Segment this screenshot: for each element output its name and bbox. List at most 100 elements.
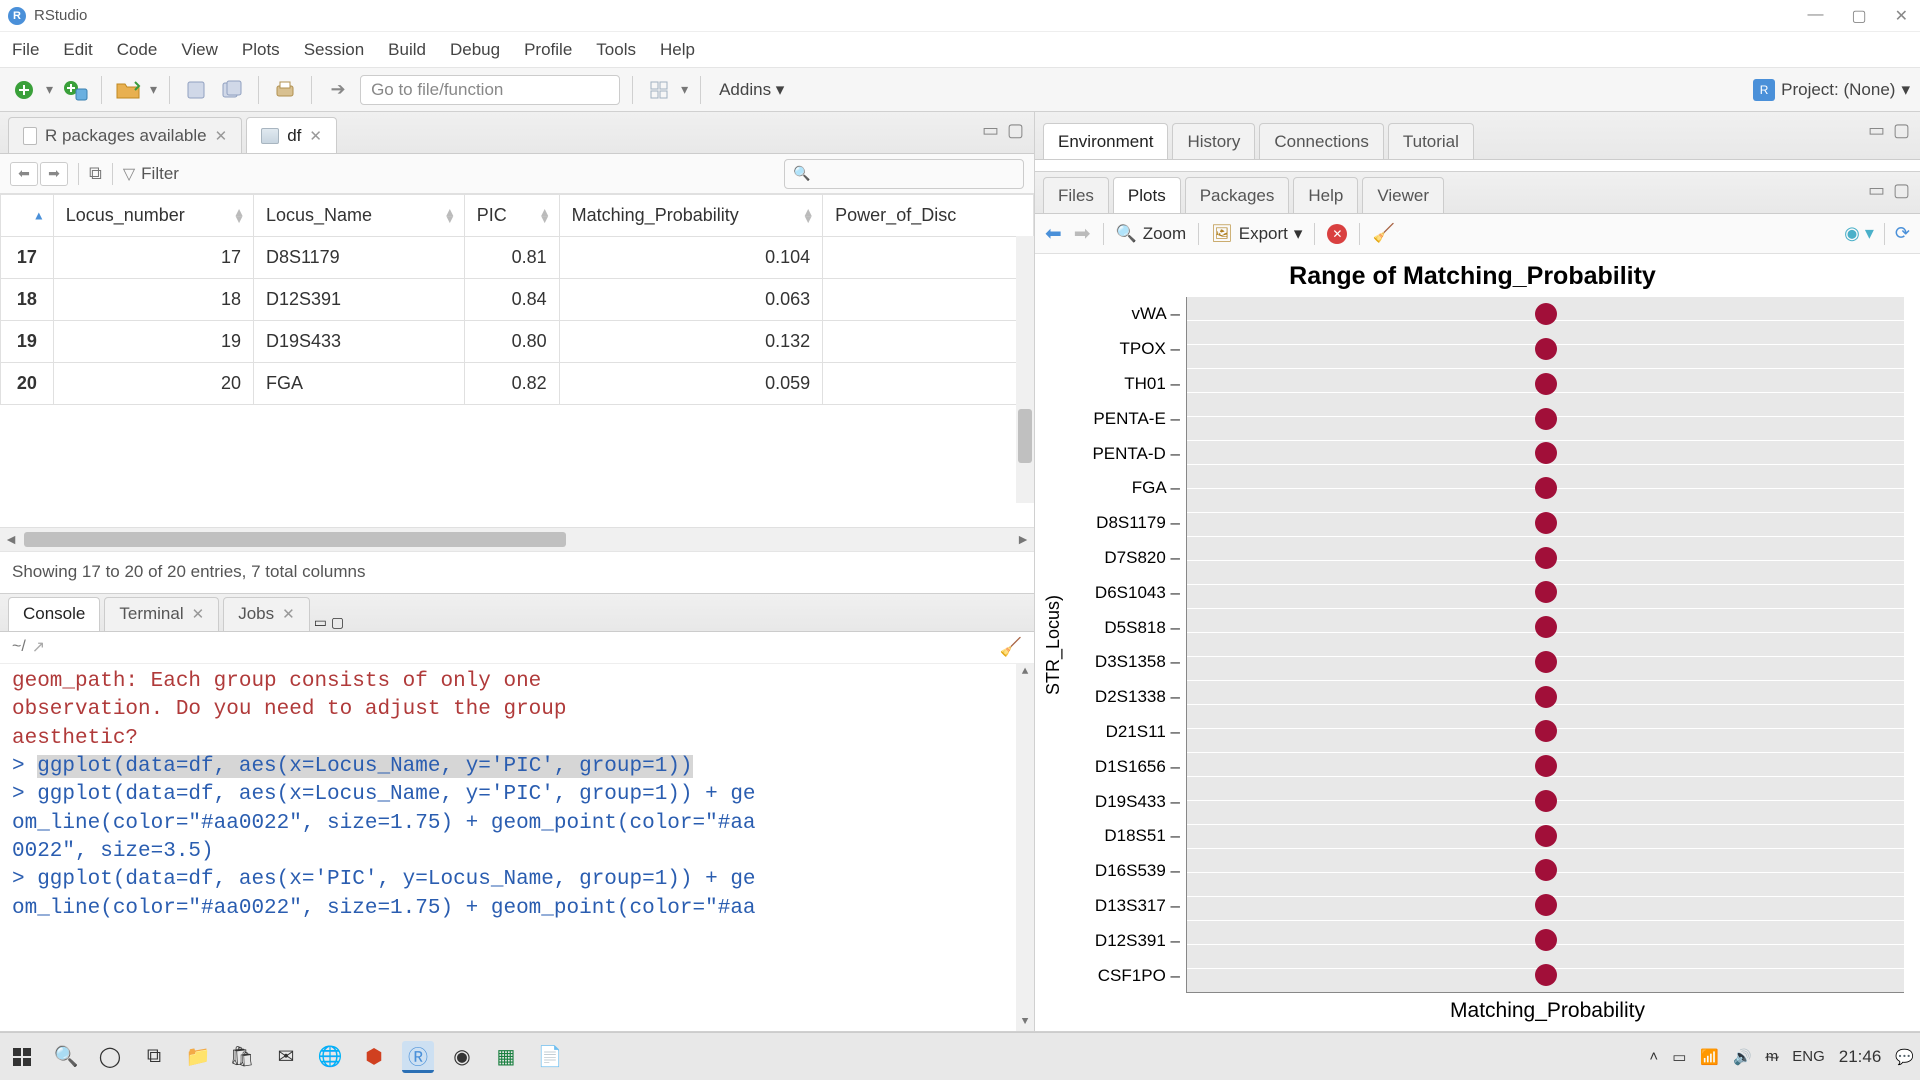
- volume-icon[interactable]: 🔊: [1733, 1048, 1752, 1066]
- open-file-button[interactable]: [114, 76, 142, 104]
- export-plot-button[interactable]: 🖼Export ▾: [1211, 224, 1302, 244]
- new-file-menu-caret[interactable]: ▾: [46, 81, 53, 98]
- tab-files[interactable]: Files: [1043, 177, 1109, 213]
- task-view-icon[interactable]: ⧉: [138, 1041, 170, 1073]
- maximize-pane-icon[interactable]: ▢: [1007, 120, 1024, 141]
- maximize-pane-icon[interactable]: ▢: [1893, 120, 1910, 141]
- maximize-pane-icon[interactable]: ▢: [1893, 180, 1910, 201]
- addins-menu[interactable]: Addins ▾: [719, 80, 784, 100]
- rstudio-taskbar-icon[interactable]: Ⓡ: [402, 1041, 434, 1073]
- column-header-matching-probability[interactable]: Matching_Probability▲▼: [559, 195, 823, 237]
- close-tab-icon[interactable]: ✕: [282, 605, 295, 623]
- grid-view-button[interactable]: [645, 76, 673, 104]
- open-recent-caret[interactable]: ▾: [150, 81, 157, 98]
- project-selector[interactable]: R Project: (None) ▾: [1753, 79, 1910, 101]
- menu-profile[interactable]: Profile: [524, 40, 572, 60]
- column-header-locus-name[interactable]: Locus_Name▲▼: [253, 195, 464, 237]
- menu-file[interactable]: File: [12, 40, 39, 60]
- menu-code[interactable]: Code: [117, 40, 158, 60]
- column-header-locus-number[interactable]: Locus_number▲▼: [53, 195, 253, 237]
- tab-plots[interactable]: Plots: [1113, 177, 1181, 213]
- vertical-scrollbar[interactable]: [1016, 236, 1034, 503]
- data-search-input[interactable]: 🔍: [784, 159, 1024, 189]
- scroll-down-arrow[interactable]: ▼: [1016, 1013, 1034, 1031]
- scroll-right-arrow[interactable]: ►: [1012, 528, 1034, 551]
- office-icon[interactable]: ⬢: [358, 1041, 390, 1073]
- next-plot-button[interactable]: ➡: [1074, 221, 1091, 246]
- nav-forward-button[interactable]: ➡: [40, 162, 68, 186]
- scrollbar-thumb[interactable]: [24, 532, 566, 547]
- wifi-icon[interactable]: 📶: [1700, 1048, 1719, 1066]
- popout-window-icon[interactable]: ⧉: [89, 163, 102, 184]
- prev-plot-button[interactable]: ⬅: [1045, 221, 1062, 246]
- close-tab-icon[interactable]: ✕: [192, 605, 205, 623]
- remove-plot-button[interactable]: ✕: [1327, 224, 1347, 244]
- tab-viewer[interactable]: Viewer: [1362, 177, 1444, 213]
- table-row[interactable]: 1919D19S4330.800.132: [1, 321, 1034, 363]
- search-icon[interactable]: 🔍: [50, 1041, 82, 1073]
- console-output[interactable]: geom_path: Each group consists of only o…: [0, 664, 1034, 1031]
- tab-environment[interactable]: Environment: [1043, 123, 1168, 159]
- column-header-pic[interactable]: PIC▲▼: [464, 195, 559, 237]
- tab-history[interactable]: History: [1172, 123, 1255, 159]
- tab-help[interactable]: Help: [1293, 177, 1358, 213]
- console-scrollbar[interactable]: ▲ ▼: [1016, 664, 1034, 1031]
- close-tab-icon[interactable]: ✕: [215, 127, 228, 145]
- minimize-pane-icon[interactable]: ▭: [1868, 180, 1885, 201]
- clock[interactable]: 21:46: [1839, 1047, 1882, 1067]
- close-button[interactable]: ✕: [1891, 6, 1912, 26]
- minimize-button[interactable]: —: [1803, 6, 1827, 26]
- new-project-button[interactable]: [61, 76, 89, 104]
- tab-packages[interactable]: Packages: [1185, 177, 1290, 213]
- start-button[interactable]: [6, 1041, 38, 1073]
- input-method-icon[interactable]: ᵯ: [1766, 1048, 1779, 1065]
- minimize-pane-icon[interactable]: ▭: [314, 614, 327, 630]
- tab-df[interactable]: df ✕: [246, 117, 337, 153]
- minimize-pane-icon[interactable]: ▭: [982, 120, 999, 141]
- goto-file-function-input[interactable]: Go to file/function: [360, 75, 620, 105]
- tab-console[interactable]: Console: [8, 597, 100, 631]
- tab-r-packages-available[interactable]: R packages available ✕: [8, 117, 242, 153]
- scroll-up-arrow[interactable]: ▲: [1016, 664, 1034, 682]
- mail-icon[interactable]: ✉: [270, 1041, 302, 1073]
- excel-icon[interactable]: ▦: [490, 1041, 522, 1073]
- maximize-button[interactable]: ▢: [1847, 6, 1870, 26]
- refresh-plot-icon[interactable]: ⟳: [1895, 223, 1910, 244]
- store-icon[interactable]: 🛍: [226, 1041, 258, 1073]
- filter-button[interactable]: ▽ Filter: [123, 164, 179, 184]
- column-header-power-of-disc[interactable]: Power_of_Disc: [823, 195, 1034, 237]
- tab-jobs[interactable]: Jobs ✕: [223, 597, 310, 631]
- menu-plots[interactable]: Plots: [242, 40, 280, 60]
- minimize-pane-icon[interactable]: ▭: [1868, 120, 1885, 141]
- notifications-icon[interactable]: 💬: [1895, 1048, 1914, 1066]
- tab-connections[interactable]: Connections: [1259, 123, 1384, 159]
- save-all-button[interactable]: [218, 76, 246, 104]
- table-row[interactable]: 2020FGA0.820.059: [1, 363, 1034, 405]
- row-index-header[interactable]: ▲: [1, 195, 54, 237]
- menu-edit[interactable]: Edit: [63, 40, 92, 60]
- publish-plot-icon[interactable]: ◉ ▾: [1844, 223, 1874, 244]
- tray-chevron-icon[interactable]: ˄: [1649, 1048, 1658, 1065]
- clear-all-plots-icon[interactable]: 🧹: [1372, 223, 1394, 244]
- menu-session[interactable]: Session: [304, 40, 364, 60]
- zoom-plot-button[interactable]: 🔍Zoom: [1116, 224, 1187, 244]
- file-explorer-icon[interactable]: 📁: [182, 1041, 214, 1073]
- grid-view-caret[interactable]: ▾: [681, 81, 688, 98]
- chrome-icon[interactable]: ◉: [446, 1041, 478, 1073]
- horizontal-scrollbar[interactable]: ◄ ►: [0, 527, 1034, 551]
- word-icon[interactable]: 📄: [534, 1041, 566, 1073]
- cortana-icon[interactable]: ◯: [94, 1041, 126, 1073]
- menu-debug[interactable]: Debug: [450, 40, 500, 60]
- edge-icon[interactable]: 🌐: [314, 1041, 346, 1073]
- battery-icon[interactable]: ▭: [1672, 1048, 1686, 1066]
- scroll-left-arrow[interactable]: ◄: [0, 528, 22, 551]
- menu-view[interactable]: View: [181, 40, 218, 60]
- maximize-pane-icon[interactable]: ▢: [331, 614, 344, 630]
- tab-tutorial[interactable]: Tutorial: [1388, 123, 1474, 159]
- table-row[interactable]: 1818D12S3910.840.063: [1, 279, 1034, 321]
- go-to-dir-icon[interactable]: ↗: [32, 637, 45, 657]
- close-tab-icon[interactable]: ✕: [309, 127, 322, 145]
- nav-back-button[interactable]: ⬅: [10, 162, 38, 186]
- print-button[interactable]: [271, 76, 299, 104]
- menu-tools[interactable]: Tools: [596, 40, 636, 60]
